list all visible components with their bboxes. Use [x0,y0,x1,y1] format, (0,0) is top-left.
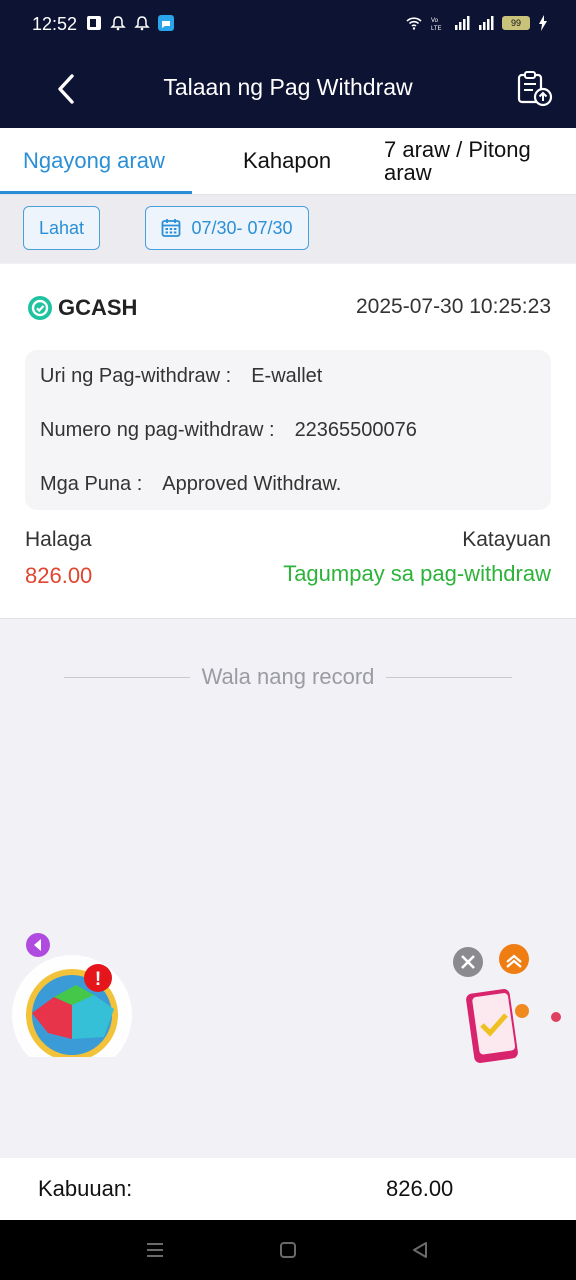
date-range-button[interactable]: 07/30- 07/30 [145,206,309,250]
withdraw-number-value: 22365500076 [294,419,417,441]
floating-gift-box-widget[interactable]: ! [10,933,134,1057]
withdraw-type-label: Uri ng Pag-withdraw : [40,365,232,387]
recent-apps-button[interactable] [143,1238,167,1262]
bell-icon [134,16,150,31]
detail-row-remarks: Mga Puna : Approved Withdraw. [40,473,341,496]
page-title: Talaan ng Pag Withdraw [163,74,413,100]
status-value: Tagumpay sa pag-withdraw [283,561,551,586]
total-value: 826.00 [386,1176,454,1201]
signal-icon [455,16,470,30]
wifi-icon [406,17,422,30]
system-navigation-bar [0,1220,576,1280]
home-button[interactable] [276,1238,300,1262]
clipboard-upload-icon[interactable] [516,70,554,108]
chat-app-icon [158,15,174,31]
double-chevron-up-icon [499,944,529,974]
app-header: Talaan ng Pag Withdraw [0,50,576,128]
detail-row-type: Uri ng Pag-withdraw : E-wallet [40,365,322,388]
gcash-logo-icon [28,296,52,320]
filter-all-button[interactable]: Lahat [23,206,100,250]
svg-text:Vo: Vo [431,18,439,24]
date-tabs: Ngayong araw Kahapon 7 araw / Pitong ara… [0,128,576,195]
total-label: Kabuuan: [38,1176,133,1201]
status-time: 12:52 [32,14,78,34]
signal-icon [479,16,494,30]
wallet-app-icon [87,16,101,30]
no-more-records: Wala nang record [64,662,512,692]
remarks-value: Approved Withdraw. [162,473,342,495]
date-range-label: 07/30- 07/30 [191,217,293,238]
tab-yesterday[interactable]: Kahapon [243,128,331,194]
no-more-records-label: Wala nang record [201,664,375,689]
floating-promo-widget[interactable] [452,943,562,1068]
withdraw-record-card: GCASH 2025-07-30 10:25:23 Uri ng Pag-wit… [0,264,576,619]
bell-icon [110,16,126,31]
volte-icon: Vo LTE [431,18,442,31]
total-footer: Kabuuan: 826.00 [0,1158,576,1220]
record-details: Uri ng Pag-withdraw : E-wallet Numero ng… [25,350,551,510]
status-bar: 12:52 Vo LTE 99 [0,0,576,50]
battery-icon: 99 [502,16,530,30]
payment-method: GCASH [28,295,137,321]
status-label: Katayuan [462,528,551,551]
tab-seven-days[interactable]: 7 araw / Pitong araw [384,128,554,194]
withdraw-number-label: Numero ng pag-withdraw : [40,419,275,441]
charging-icon [539,15,547,31]
amount-label: Halaga [25,528,92,551]
remarks-label: Mga Puna : [40,473,143,495]
withdraw-type-value: E-wallet [251,365,323,387]
svg-text:LTE: LTE [431,26,442,31]
active-tab-indicator [0,191,192,194]
detail-row-number: Numero ng pag-withdraw : 22365500076 [40,419,417,442]
filter-bar: Lahat 07/30- 07/30 [0,195,576,263]
calendar-icon [162,219,181,237]
divider-line [64,676,190,678]
payment-method-label: GCASH [58,295,138,320]
amount-value: 826.00 [25,563,93,588]
divider-line [386,676,512,678]
tab-today[interactable]: Ngayong araw [23,128,165,194]
record-datetime: 2025-07-30 10:25:23 [356,295,551,318]
back-nav-button[interactable] [408,1238,432,1262]
svg-text:!: ! [95,969,101,990]
